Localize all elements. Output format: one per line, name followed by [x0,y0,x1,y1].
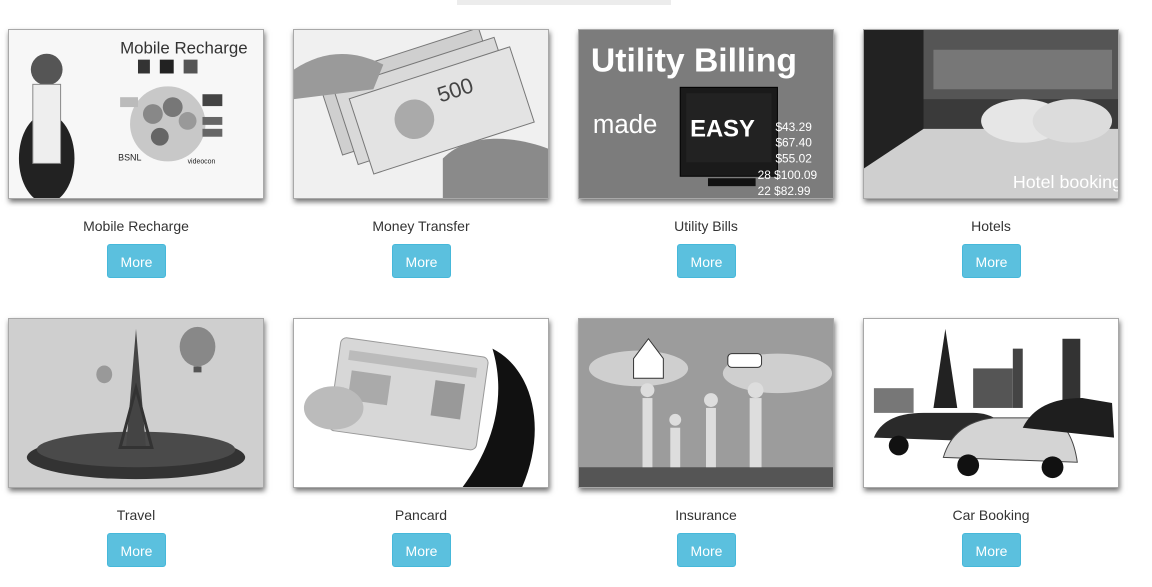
utility-bills-image[interactable]: Utility Billing made EASY $43.29 $67.40 … [578,29,834,199]
utility-bills-image-title: Utility Billing [591,43,797,80]
service-card-pancard: Pancard More [293,318,549,567]
car-booking-more-button[interactable]: More [962,533,1021,567]
svg-text:$67.40: $67.40 [775,136,812,150]
service-caption: Travel [116,507,156,523]
service-card-mobile-recharge: Mobile Recharge BSNL videocon Mobile Rec… [8,29,264,278]
money-transfer-more-button[interactable]: More [392,244,451,278]
service-caption: Car Booking [952,507,1030,523]
insurance-image[interactable] [578,318,834,488]
money-transfer-image[interactable]: 500 [293,29,549,199]
service-card-hotels: Hotel booking Hotels More [863,29,1119,278]
service-caption: Mobile Recharge [83,218,189,234]
mobile-recharge-image-title: Mobile Recharge [120,39,247,58]
service-caption: Pancard [394,507,448,523]
hotels-image[interactable]: Hotel booking [863,29,1119,199]
service-card-utility-bills: Utility Billing made EASY $43.29 $67.40 … [578,29,834,278]
service-caption: Hotels [971,218,1011,234]
mobile-recharge-image[interactable]: Mobile Recharge BSNL videocon [8,29,264,199]
svg-text:BSNL: BSNL [118,152,141,162]
service-caption: Utility Bills [674,218,738,234]
utility-bills-image-easy: EASY [690,116,755,143]
svg-text:videocon: videocon [188,158,216,165]
car-booking-image[interactable] [863,318,1119,488]
service-caption: Insurance [675,507,737,523]
travel-image[interactable] [8,318,264,488]
services-grid: Mobile Recharge BSNL videocon Mobile Rec… [0,0,1152,587]
svg-text:22 $82.99: 22 $82.99 [758,184,811,198]
svg-text:$55.02: $55.02 [775,151,811,165]
service-card-car-booking: Car Booking More [863,318,1119,567]
utility-bills-more-button[interactable]: More [677,244,736,278]
pancard-more-button[interactable]: More [392,533,451,567]
service-card-money-transfer: 500 Money Transfer More [293,29,549,278]
svg-text:28 $100.09: 28 $100.09 [758,168,818,182]
utility-bills-image-made: made [593,111,658,139]
insurance-more-button[interactable]: More [677,533,736,567]
service-card-insurance: Insurance More [578,318,834,567]
travel-more-button[interactable]: More [107,533,166,567]
service-caption: Money Transfer [372,218,470,234]
hotels-image-title: Hotel booking [1013,172,1118,192]
mobile-recharge-more-button[interactable]: More [107,244,166,278]
service-card-travel: Travel More [8,318,264,567]
svg-text:$43.29: $43.29 [775,120,812,134]
hotels-more-button[interactable]: More [962,244,1021,278]
pancard-image[interactable] [293,318,549,488]
